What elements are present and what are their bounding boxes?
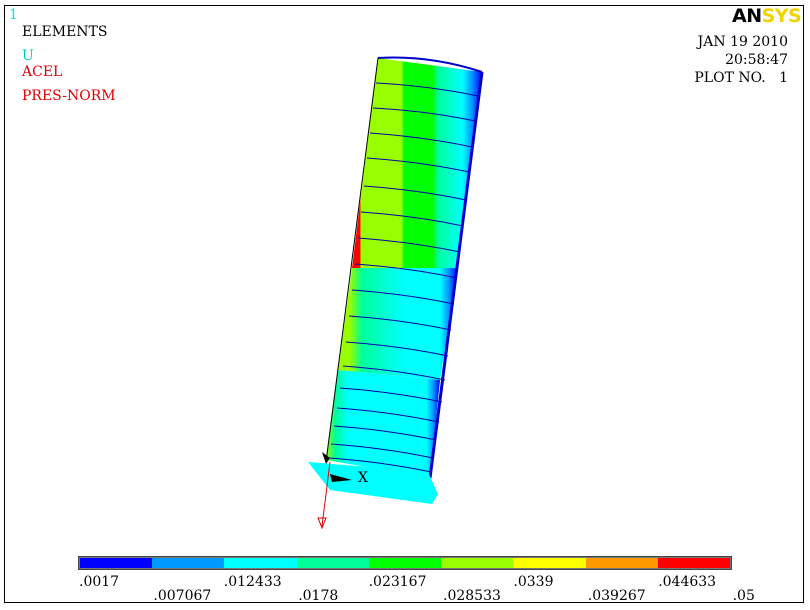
colorbar-label: .007067: [153, 588, 212, 604]
colorbar-label: .039267: [587, 588, 646, 604]
graphics-window[interactable]: 1 ELEMENTS U ACEL PRES-NORM ANSYS JAN 19…: [0, 0, 810, 610]
colorbar-label: .0178: [298, 588, 339, 604]
cylinder-middle: [338, 268, 458, 380]
model-view[interactable]: X: [0, 0, 810, 610]
colorbar-cell: [152, 558, 225, 568]
colorbar-cell: [441, 558, 514, 568]
cylinder-model: X: [308, 56, 484, 530]
contour-colorbar: [78, 556, 732, 570]
colorbar-label: .0017: [79, 574, 120, 590]
colorbar-cell: [657, 558, 730, 568]
colorbar-cell: [513, 558, 586, 568]
colorbar-label: .0339: [513, 574, 554, 590]
colorbar-cell: [224, 558, 297, 568]
colorbar-cell: [296, 558, 369, 568]
colorbar-label: .023167: [368, 574, 427, 590]
colorbar-cell: [80, 558, 153, 568]
axis-x-label: X: [358, 470, 368, 486]
colorbar-label: .044633: [658, 574, 717, 590]
colorbar-label: .012433: [223, 574, 282, 590]
colorbar-label: .05: [732, 588, 755, 604]
cylinder-lower: [326, 370, 440, 478]
colorbar-cell: [368, 558, 442, 568]
colorbar-cell: [585, 558, 658, 568]
colorbar-label: .028533: [443, 588, 501, 604]
